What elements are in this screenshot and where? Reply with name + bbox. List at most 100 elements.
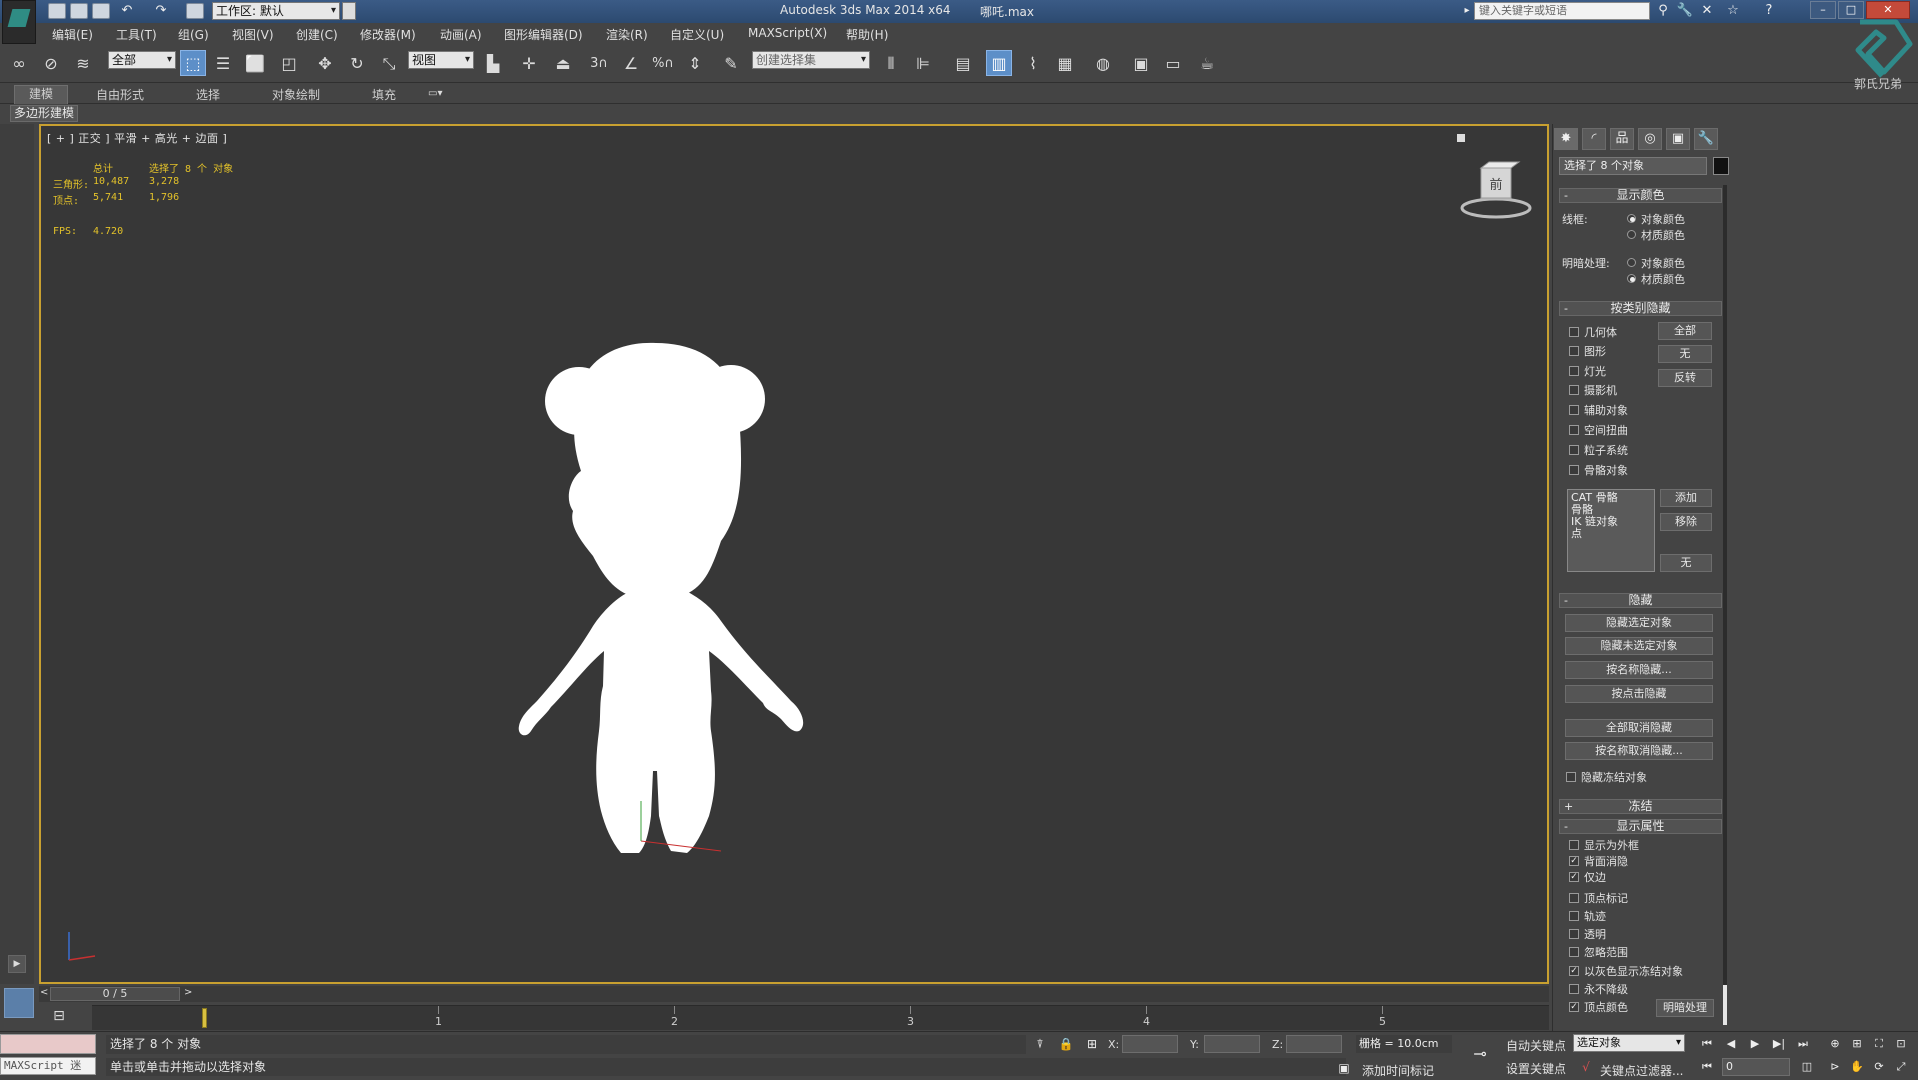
menu-tools[interactable]: 工具(T) (116, 26, 157, 43)
set-key-button[interactable]: 设置关键点 (1506, 1060, 1566, 1077)
key-mode-select[interactable]: 选定对象 (1573, 1034, 1685, 1052)
viewport-front[interactable]: [ + ] 正交 ] 平滑 + 高光 + 边面 ] 总计 选择了 8 个 对象 … (39, 124, 1549, 984)
category-all-button[interactable]: 全部 (1658, 322, 1712, 340)
menu-graph-editors[interactable]: 图形编辑器(D) (504, 26, 583, 43)
unhide-by-name-button[interactable]: 按名称取消隐藏... (1565, 742, 1713, 760)
tab-selection[interactable]: 选择 (196, 86, 220, 103)
menu-modifiers[interactable]: 修改器(M) (360, 26, 416, 43)
hide-by-name-button[interactable]: 按名称隐藏... (1565, 661, 1713, 679)
backface-cull-checkbox[interactable]: ✓ (1569, 856, 1579, 866)
reference-coord-select[interactable]: 视图 (408, 51, 474, 69)
menu-maxscript[interactable]: MAXScript(X) (748, 26, 827, 40)
wire-material-color-radio[interactable] (1627, 230, 1636, 239)
zoom-extents-icon[interactable]: ⛶ (1870, 1036, 1888, 1052)
category-remove-button[interactable]: 移除 (1660, 513, 1712, 531)
shaded-object-color-radio[interactable] (1627, 258, 1636, 267)
favorites-star-icon[interactable]: ☆ (1724, 2, 1742, 20)
isolate-selection-icon[interactable]: ⍒ (1032, 1036, 1048, 1052)
redo-icon[interactable]: ↷ (152, 2, 170, 20)
never-degrade-checkbox[interactable] (1569, 984, 1579, 994)
rollout-hide-by-category[interactable]: - 按类别隐藏 (1559, 301, 1722, 316)
rotate-icon[interactable]: ↻ (344, 50, 370, 76)
vertex-colors-checkbox[interactable]: ✓ (1569, 1002, 1579, 1012)
link-icon[interactable]: ∞ (6, 50, 32, 76)
hide-space-warps-checkbox[interactable] (1569, 425, 1579, 435)
object-color-swatch[interactable] (1713, 157, 1729, 175)
pan-icon[interactable]: ✋ (1848, 1059, 1866, 1075)
unhide-all-button[interactable]: 全部取消隐藏 (1565, 719, 1713, 737)
menu-rendering[interactable]: 渲染(R) (606, 26, 648, 43)
absolute-mode-icon[interactable]: ⊞ (1084, 1036, 1100, 1052)
zoom-all-icon[interactable]: ⊞ (1848, 1036, 1866, 1052)
category-list[interactable]: CAT 骨骼 骨骼 IK 链对象 点 (1567, 489, 1655, 572)
time-config-icon[interactable]: ◫ (1798, 1059, 1816, 1075)
viewport-layout-button[interactable] (4, 988, 34, 1018)
time-slider[interactable]: 0 / 5 (50, 987, 180, 1001)
rollout-freeze[interactable]: + 冻结 (1559, 799, 1722, 814)
window-crossing-icon[interactable]: ◰ (276, 50, 302, 76)
viewport-label-menu[interactable]: [ + ] 正交 ] 平滑 + 高光 + 边面 ] (47, 130, 227, 146)
home-icon[interactable] (1457, 134, 1465, 142)
show-frozen-gray-checkbox[interactable]: ✓ (1569, 966, 1579, 976)
goto-end-icon[interactable]: ⏭ (1794, 1036, 1812, 1052)
project-folder-icon[interactable] (186, 3, 204, 19)
open-file-icon[interactable] (70, 3, 88, 19)
shaded-button[interactable]: 明暗处理 (1656, 999, 1714, 1017)
workspace-dropdown-arrow[interactable] (342, 2, 356, 20)
communication-icon[interactable]: ✕ (1698, 2, 1716, 20)
set-key-icon[interactable]: ⊸ (1468, 1046, 1492, 1062)
help-icon[interactable]: ? (1760, 2, 1778, 20)
command-panel-scroll-thumb[interactable] (1723, 985, 1727, 1025)
undo-icon[interactable]: ↶ (118, 2, 136, 20)
menu-group[interactable]: 组(G) (178, 26, 209, 43)
hide-cameras-checkbox[interactable] (1569, 385, 1579, 395)
motion-tab-icon[interactable]: ◎ (1638, 128, 1662, 150)
rendered-frame-window-icon[interactable]: ▭ (1160, 50, 1186, 76)
key-filters-button[interactable]: 关键点过滤器... (1600, 1062, 1683, 1079)
next-frame-icon[interactable]: ▶| (1770, 1036, 1788, 1052)
hide-frozen-checkbox[interactable] (1566, 772, 1576, 782)
save-file-icon[interactable] (92, 3, 110, 19)
list-item[interactable]: IK 链对象 (1571, 516, 1651, 528)
zoom-extents-all-icon[interactable]: ⊡ (1892, 1036, 1910, 1052)
edit-named-selection-icon[interactable]: ✎ (718, 50, 744, 76)
menu-views[interactable]: 视图(V) (232, 26, 274, 43)
display-as-box-checkbox[interactable] (1569, 840, 1579, 850)
slider-prev-icon[interactable]: < (40, 987, 48, 998)
tab-freeform[interactable]: 自由形式 (96, 86, 144, 103)
hide-helpers-checkbox[interactable] (1569, 405, 1579, 415)
play-icon[interactable]: ▶ (1746, 1036, 1764, 1052)
selection-lock-icon[interactable]: 🔒 (1058, 1036, 1074, 1052)
see-through-checkbox[interactable] (1569, 929, 1579, 939)
expand-ribbon-arrow-icon[interactable]: ▶ (8, 955, 26, 973)
rollout-display-color[interactable]: - 显示颜色 (1559, 188, 1722, 203)
field-of-view-icon[interactable]: ⊳ (1826, 1059, 1844, 1075)
tab-populate[interactable]: 填充 (372, 86, 396, 103)
character-model-silhouette[interactable] (481, 271, 921, 871)
layer-manager-icon[interactable]: ▤ (950, 50, 976, 76)
slider-next-icon[interactable]: > (184, 987, 192, 998)
workspace-select[interactable]: 工作区: 默认 (212, 2, 340, 20)
key-mode-toggle-icon[interactable]: ⏮ (1698, 1059, 1716, 1075)
ribbon-options-icon[interactable]: ▭▾ (428, 88, 448, 100)
help-search-input[interactable]: 键入关键字或短语 (1474, 2, 1650, 20)
minimize-button[interactable]: – (1810, 1, 1836, 19)
y-coord-field[interactable] (1204, 1035, 1260, 1053)
scale-icon[interactable]: ⤡ (376, 50, 402, 76)
modify-tab-icon[interactable]: ◜ (1582, 128, 1606, 150)
schematic-view-icon[interactable]: ▦ (1052, 50, 1078, 76)
category-none-button[interactable]: 无 (1658, 345, 1712, 363)
bind-space-warp-icon[interactable]: ≋ (70, 50, 96, 76)
prev-frame-icon[interactable]: ◀ (1722, 1036, 1740, 1052)
time-tag-icon[interactable]: ▣ (1336, 1060, 1352, 1076)
binoculars-icon[interactable]: ⚲ (1654, 2, 1672, 20)
rect-selection-icon[interactable]: ⬜ (242, 50, 268, 76)
auto-key-button[interactable]: 自动关键点 (1506, 1037, 1566, 1054)
curve-editor-icon[interactable]: ⌇ (1020, 50, 1046, 76)
zoom-icon[interactable]: ⊕ (1826, 1036, 1844, 1052)
spinner-snap-icon[interactable]: ⇕ (682, 50, 708, 76)
mirror-icon[interactable]: ⫴ (878, 50, 904, 76)
hide-by-hit-button[interactable]: 按点击隐藏 (1565, 685, 1713, 703)
tab-object-paint[interactable]: 对象绘制 (272, 86, 320, 103)
render-teapot-icon[interactable]: ☕ (1194, 50, 1220, 76)
